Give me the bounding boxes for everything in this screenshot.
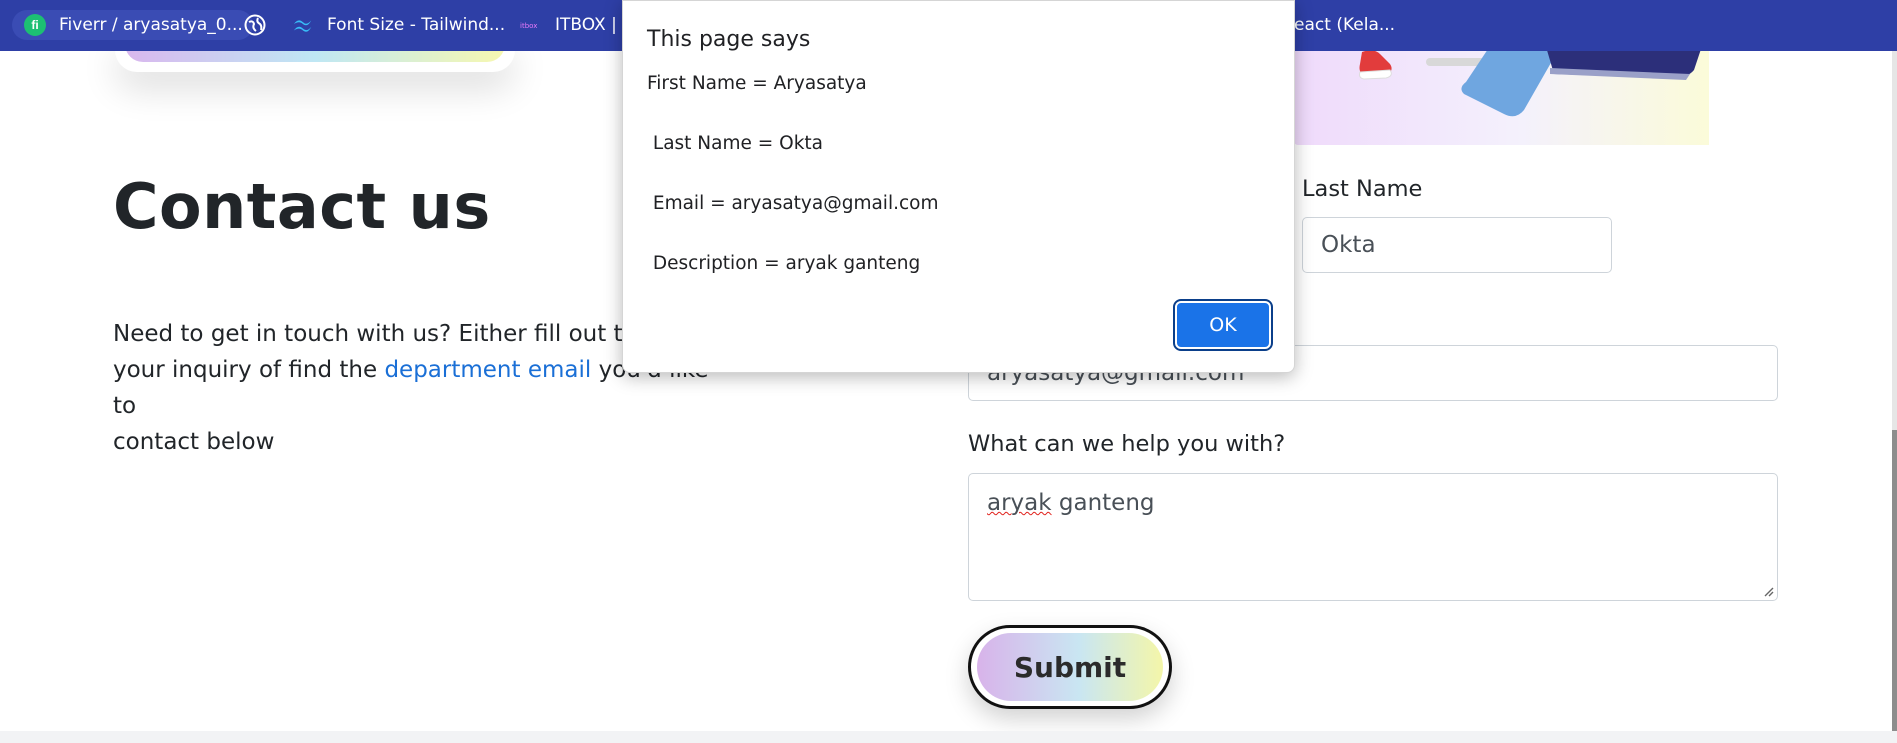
tailwind-icon <box>292 14 314 36</box>
bookmark-globe[interactable] <box>244 10 279 40</box>
dialog-title: This page says <box>647 27 811 52</box>
intro-line-3: contact below <box>113 429 275 455</box>
itbox-icon: itbox <box>520 14 542 36</box>
footer-strip <box>0 731 1897 743</box>
submit-label: Submit <box>1013 650 1127 684</box>
page-title: Contact us <box>113 170 491 243</box>
resize-handle-icon[interactable] <box>1762 585 1774 597</box>
bookmark-label: React (Kela... <box>1283 15 1396 35</box>
dialog-line-email: Email = aryasatya@gmail.com <box>647 193 939 214</box>
scrollbar-thumb[interactable] <box>1892 430 1897 731</box>
globe-icon <box>244 14 266 36</box>
bookmark-itbox[interactable]: itbox ITBOX | F <box>520 10 632 40</box>
dialog-line-first-name: First Name = Aryasatya <box>647 73 867 94</box>
help-textarea[interactable]: aryak ganteng <box>968 473 1778 601</box>
last-name-input[interactable]: Okta <box>1302 217 1612 273</box>
svg-text:itbox: itbox <box>520 22 537 30</box>
last-name-value: Okta <box>1321 232 1376 258</box>
ok-button[interactable]: OK <box>1173 299 1273 351</box>
help-label: What can we help you with? <box>968 431 1286 457</box>
intro-line-2: your inquiry of find the <box>113 357 385 383</box>
bookmark-fiverr[interactable]: fi Fiverr / aryasatya_0... <box>12 10 253 40</box>
department-email-link[interactable]: department email <box>384 357 591 383</box>
dialog-line-last-name: Last Name = Okta <box>647 133 824 154</box>
bookmark-label: Fiverr / aryasatya_0... <box>59 15 243 35</box>
fiverr-icon: fi <box>24 14 46 36</box>
last-name-label: Last Name <box>1302 176 1423 202</box>
bookmark-tailwind[interactable]: Font Size - Tailwind... <box>292 10 505 40</box>
bookmark-react[interactable]: React (Kela... <box>1283 10 1395 40</box>
sneaker-illustration <box>1359 50 1392 80</box>
intro-line-1: Need to get in touch with us? Either fil… <box>113 321 667 347</box>
help-value: aryak ganteng <box>987 490 1155 516</box>
dialog-line-description: Description = aryak ganteng <box>647 253 921 274</box>
alert-dialog: This page says First Name = Aryasatya La… <box>622 0 1295 373</box>
hero-illustration <box>1294 40 1709 145</box>
bookmark-label: Font Size - Tailwind... <box>327 15 506 35</box>
bookmark-label: ITBOX | F <box>555 15 633 35</box>
book-illustration <box>1461 40 1704 117</box>
submit-button[interactable]: Submit <box>968 625 1172 709</box>
